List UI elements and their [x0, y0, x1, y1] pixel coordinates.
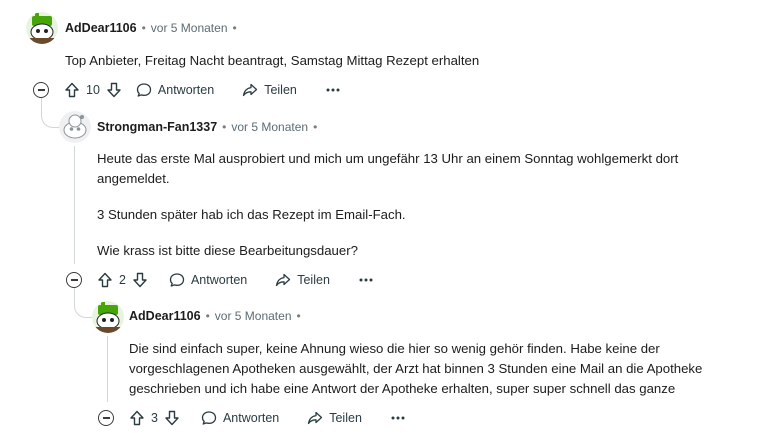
avatar[interactable]	[59, 111, 91, 143]
comment-meta: AdDear1106 • vor 5 Monaten •	[129, 309, 306, 323]
upvote-button[interactable]	[97, 272, 113, 288]
share-button[interactable]: Teilen	[275, 272, 330, 288]
avatar[interactable]	[92, 301, 124, 333]
share-label: Teilen	[264, 83, 297, 97]
downvote-icon	[165, 410, 179, 426]
thread-connector	[41, 98, 60, 128]
meta-separator: •	[222, 120, 227, 134]
comment-body: Heute das erste Mal ausprobiert und mich…	[97, 149, 737, 261]
reply-label: Antworten	[157, 83, 215, 97]
downvote-button[interactable]	[106, 82, 122, 98]
comment-actions: 2 Antworten Teilen	[66, 268, 374, 292]
comment-paragraph: Die sind einfach super, keine Ahnung wie…	[129, 341, 703, 396]
downvote-button[interactable]	[132, 272, 148, 288]
thread-line	[107, 336, 108, 402]
more-options-icon	[326, 88, 340, 92]
share-icon	[308, 411, 323, 425]
share-button[interactable]: Teilen	[307, 410, 362, 426]
share-icon	[243, 83, 258, 97]
reply-button[interactable]: Antworten	[201, 410, 279, 426]
meta-separator: •	[141, 21, 146, 35]
comment-meta: AdDear1106 • vor 5 Monaten •	[65, 21, 242, 35]
more-options-button[interactable]	[390, 410, 406, 426]
comment-paragraph: Heute das erste Mal ausprobiert und mich…	[97, 151, 679, 186]
meta-separator: •	[232, 21, 237, 35]
comment-bubble-icon	[169, 273, 185, 287]
reply-label: Antworten	[190, 273, 248, 287]
share-button[interactable]: Teilen	[242, 82, 297, 98]
comment-body: Die sind einfach super, keine Ahnung wie…	[129, 339, 739, 399]
vote-count: 2	[119, 273, 126, 287]
thread-line	[74, 146, 75, 264]
upvote-icon	[130, 410, 144, 426]
avatar[interactable]	[26, 12, 58, 44]
author-name[interactable]: Strongman-Fan1337	[97, 120, 217, 134]
more-options-icon	[391, 416, 405, 420]
upvote-icon	[98, 272, 112, 288]
comment-body: Top Anbieter, Freitag Nacht beantragt, S…	[65, 51, 725, 71]
reply-button[interactable]: Antworten	[169, 272, 247, 288]
comment-meta: Strongman-Fan1337 • vor 5 Monaten •	[97, 120, 322, 134]
collapse-thread-button[interactable]	[66, 272, 82, 288]
comment-paragraph: Wie krass ist bitte diese Bearbeitungsda…	[97, 243, 358, 258]
share-label: Teilen	[329, 411, 362, 425]
comment-time[interactable]: vor 5 Monaten	[215, 309, 292, 323]
meta-separator: •	[313, 120, 318, 134]
downvote-button[interactable]	[164, 410, 180, 426]
comment-bubble-icon	[136, 83, 152, 97]
more-options-icon	[359, 278, 373, 282]
meta-separator: •	[205, 309, 210, 323]
vote-count: 10	[86, 83, 100, 97]
comment-time[interactable]: vor 5 Monaten	[151, 21, 228, 35]
upvote-button[interactable]	[129, 410, 145, 426]
downvote-icon	[107, 82, 121, 98]
upvote-button[interactable]	[64, 82, 80, 98]
collapse-thread-button[interactable]	[33, 82, 49, 98]
collapse-thread-button[interactable]	[98, 410, 114, 426]
comment-actions: 10 Antworten Teilen	[33, 78, 341, 102]
share-label: Teilen	[297, 273, 330, 287]
meta-separator: •	[296, 309, 301, 323]
share-icon	[276, 273, 291, 287]
comment-paragraph: Top Anbieter, Freitag Nacht beantragt, S…	[65, 53, 480, 68]
author-name[interactable]: AdDear1106	[65, 21, 137, 35]
reply-button[interactable]: Antworten	[136, 82, 214, 98]
comment-paragraph: 3 Stunden später hab ich das Rezept im E…	[97, 207, 406, 222]
author-name[interactable]: AdDear1106	[129, 309, 201, 323]
upvote-icon	[65, 82, 79, 98]
comment-bubble-icon	[201, 411, 217, 425]
comment-actions: 3 Antworten Teilen	[98, 406, 406, 430]
comment-time[interactable]: vor 5 Monaten	[231, 120, 308, 134]
vote-count: 3	[151, 411, 158, 425]
downvote-icon	[133, 272, 147, 288]
thread-connector	[74, 288, 93, 318]
more-options-button[interactable]	[325, 82, 341, 98]
reply-label: Antworten	[222, 411, 280, 425]
more-options-button[interactable]	[358, 272, 374, 288]
